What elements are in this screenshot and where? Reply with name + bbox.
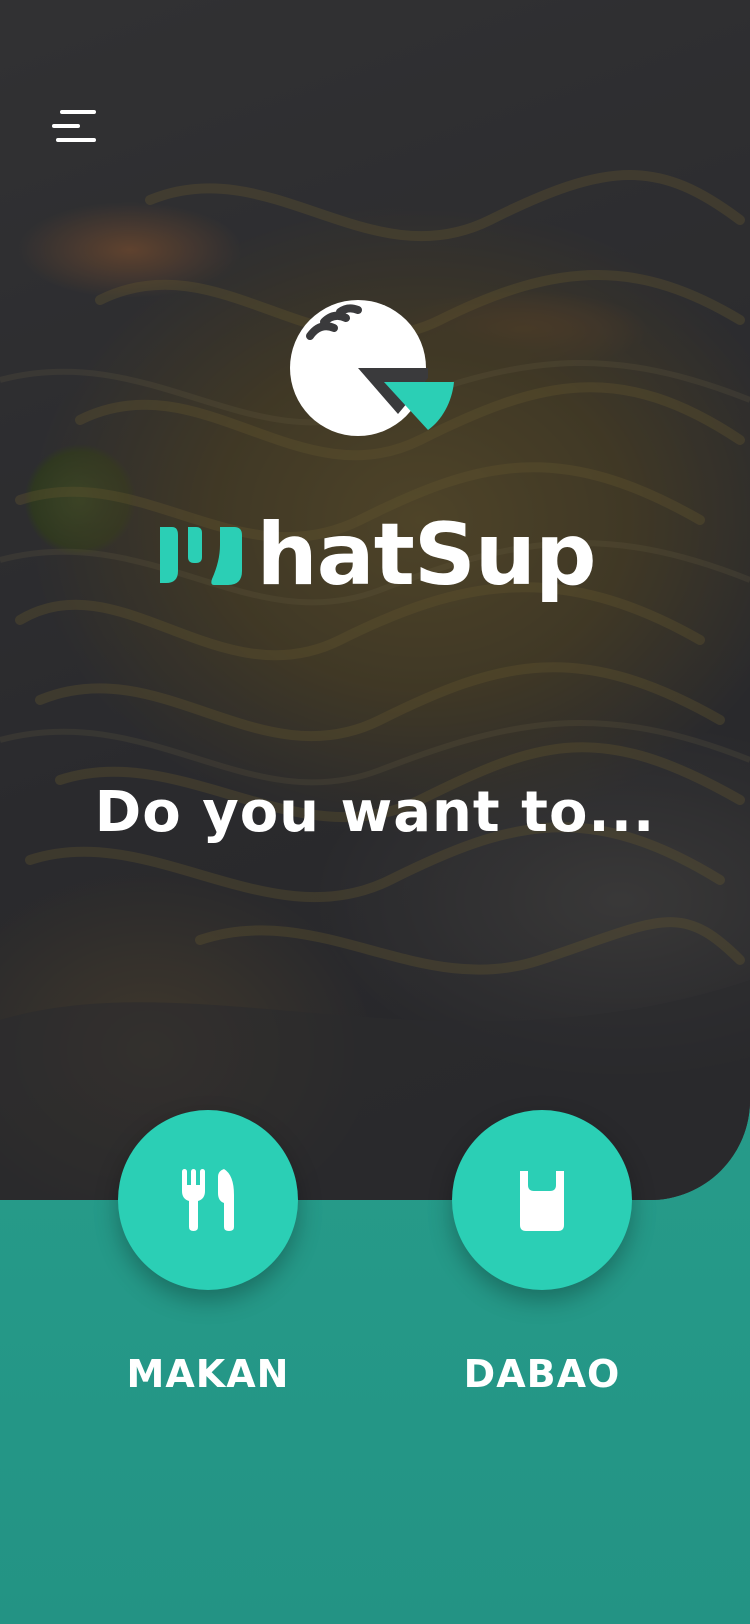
- fork-knife-icon: [182, 1169, 234, 1231]
- makan-label: MAKAN: [126, 1352, 290, 1396]
- brand-logo: hatSup: [0, 500, 750, 610]
- prompt-heading: Do you want to...: [94, 780, 656, 845]
- dabao-button[interactable]: [452, 1110, 632, 1290]
- screen: hatSup Do you want to... MAKAN DABAO: [0, 0, 750, 1624]
- menu-button[interactable]: [52, 106, 96, 150]
- makan-option[interactable]: MAKAN: [118, 1110, 298, 1396]
- dabao-option[interactable]: DABAO: [452, 1110, 632, 1396]
- makan-button[interactable]: [118, 1110, 298, 1290]
- brand-name: hatSup: [256, 505, 596, 605]
- takeaway-bag-icon: [520, 1171, 564, 1231]
- dabao-label: DABAO: [463, 1352, 621, 1396]
- w-logo-icon: [160, 527, 243, 585]
- plate-logo-icon: [290, 300, 454, 436]
